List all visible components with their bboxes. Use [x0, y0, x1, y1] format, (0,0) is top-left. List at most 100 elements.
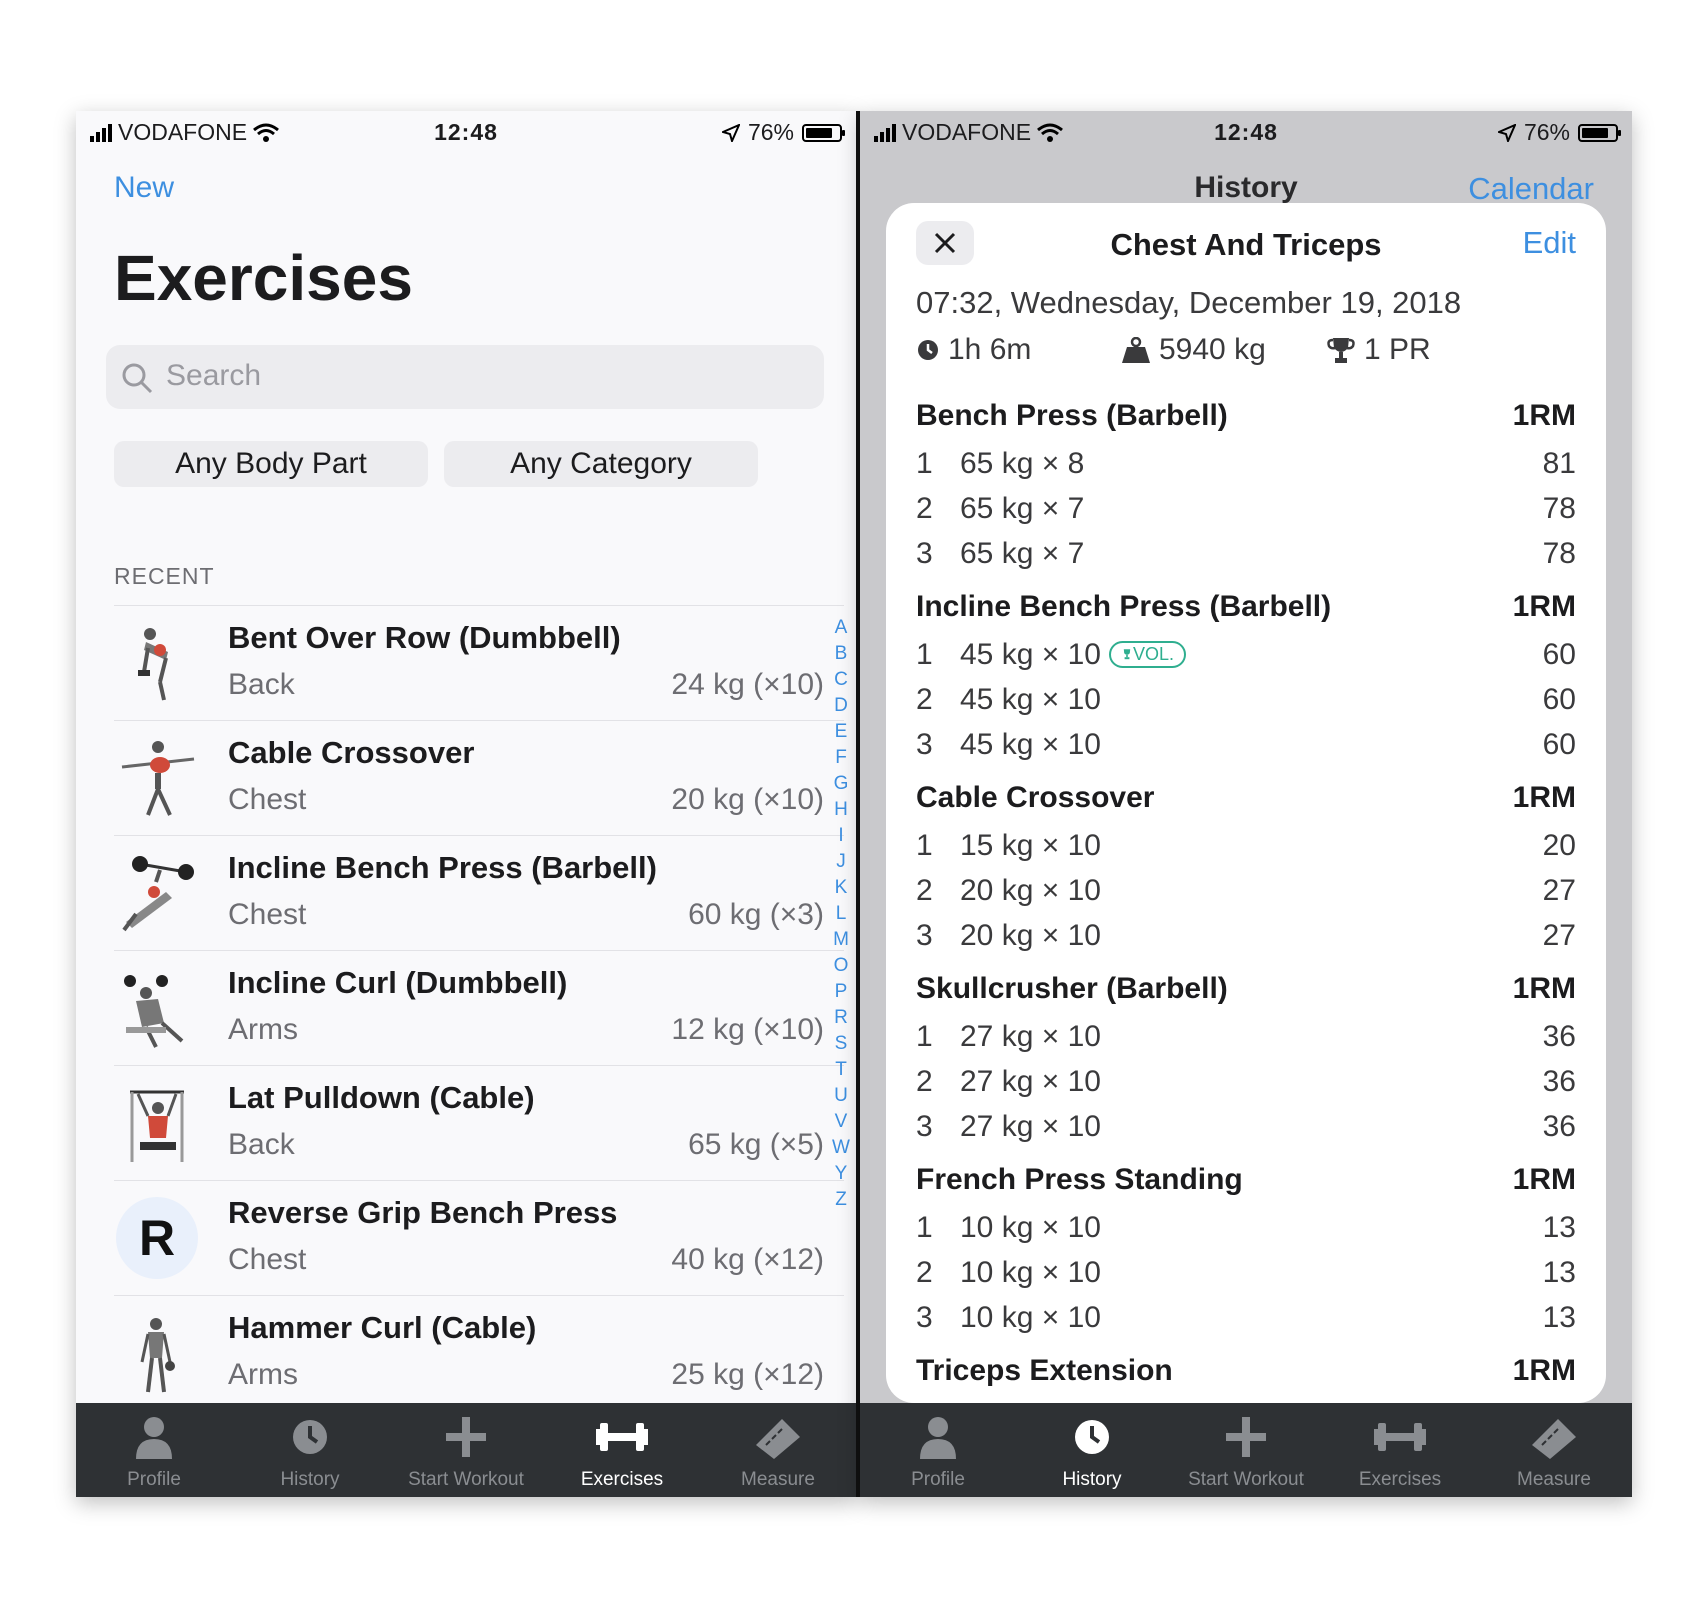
set-row: 2 45 kg × 10 60 [916, 677, 1576, 722]
exercise-header: Cable Crossover 1RM [916, 775, 1576, 823]
list-item[interactable]: Incline Bench Press (Barbell) Chest 60 k… [114, 835, 844, 950]
exercise-body-part: Back [228, 1128, 295, 1161]
list-item[interactable]: Incline Curl (Dumbbell) Arms 12 kg (×10) [114, 950, 844, 1065]
set-row: 2 20 kg × 10 27 [916, 868, 1576, 913]
index-letter[interactable]: J [830, 849, 852, 875]
workout-stats: 1h 6m 5940 kg 1 PR [916, 333, 1576, 373]
set-number: 3 [916, 919, 933, 952]
set-number: 3 [916, 1301, 933, 1334]
edit-button[interactable]: Edit [1523, 225, 1576, 261]
set-number: 1 [916, 1020, 933, 1053]
set-weight-reps: 45 kg × 10 [960, 728, 1101, 761]
set-row: 3 45 kg × 10 60 [916, 722, 1576, 767]
search-input[interactable]: Search [106, 345, 824, 409]
exercise-name: Bent Over Row (Dumbbell) [228, 620, 621, 655]
list-item[interactable]: R Reverse Grip Bench Press Chest 40 kg (… [114, 1180, 844, 1295]
index-letter[interactable]: M [830, 927, 852, 953]
set-row: 2 27 kg × 10 36 [916, 1059, 1576, 1104]
exercise-best-set: 65 kg (×5) [688, 1128, 824, 1161]
index-letter[interactable]: L [830, 901, 852, 927]
index-letter[interactable]: E [830, 719, 852, 745]
dumbbell-icon [1374, 1423, 1426, 1451]
tab-label: Profile [127, 1469, 181, 1490]
exercise-best-set: 12 kg (×10) [671, 1013, 824, 1046]
exercise-header: Bench Press (Barbell) 1RM [916, 393, 1576, 441]
index-letter[interactable]: F [830, 745, 852, 771]
tab-measure[interactable]: Measure [1476, 1403, 1632, 1497]
index-letter[interactable]: D [830, 693, 852, 719]
alphabet-index[interactable]: A B C D E F G H I J K L M O P R S T U V … [830, 615, 852, 1213]
index-letter[interactable]: G [830, 771, 852, 797]
ruler-icon [756, 1419, 800, 1459]
set-number: 2 [916, 874, 933, 907]
tab-profile[interactable]: Profile [76, 1403, 232, 1497]
index-letter[interactable]: S [830, 1031, 852, 1057]
set-one-rep-max: 13 [1542, 1256, 1576, 1289]
index-letter[interactable]: R [830, 1005, 852, 1031]
index-letter[interactable]: T [830, 1057, 852, 1083]
list-item[interactable]: Bent Over Row (Dumbbell) Back 24 kg (×10… [114, 605, 844, 720]
body-part-filter[interactable]: Any Body Part [114, 441, 428, 487]
section-header-recent: RECENT [114, 563, 215, 589]
battery-percent: 76% [1523, 119, 1570, 145]
set-one-rep-max: 60 [1542, 638, 1576, 671]
list-item[interactable]: Lat Pulldown (Cable) Back 65 kg (×5) [114, 1065, 844, 1180]
index-letter[interactable]: A [830, 615, 852, 641]
tab-start-workout[interactable]: Start Workout [1168, 1403, 1324, 1497]
exercise-body-part: Chest [228, 898, 307, 931]
tab-measure[interactable]: Measure [700, 1403, 856, 1497]
index-letter[interactable]: U [830, 1083, 852, 1109]
battery-icon [802, 123, 845, 142]
tab-exercises[interactable]: Exercises [1322, 1403, 1478, 1497]
index-letter[interactable]: I [830, 823, 852, 849]
ruler-icon [1532, 1419, 1576, 1459]
tab-start-workout[interactable]: Start Workout [388, 1403, 544, 1497]
page-title: Exercises [114, 242, 413, 314]
index-letter[interactable]: P [830, 979, 852, 1005]
tab-history[interactable]: History [232, 1403, 388, 1497]
one-rep-max-header: 1RM [1512, 1163, 1576, 1196]
list-item[interactable]: Cable Crossover Chest 20 kg (×10) [114, 720, 844, 835]
exercise-list: Bent Over Row (Dumbbell) Back 24 kg (×10… [114, 605, 844, 1410]
list-item[interactable]: Hammer Curl (Cable) Arms 25 kg (×12) [114, 1295, 844, 1410]
index-letter[interactable]: H [830, 797, 852, 823]
exercise-best-set: 25 kg (×12) [671, 1358, 824, 1391]
index-letter[interactable]: C [830, 667, 852, 693]
tab-history[interactable]: History [1014, 1403, 1170, 1497]
index-letter[interactable]: B [830, 641, 852, 667]
set-one-rep-max: 60 [1542, 728, 1576, 761]
trophy-icon [1327, 338, 1355, 363]
index-letter[interactable]: W [830, 1135, 852, 1161]
set-one-rep-max: 78 [1542, 537, 1576, 570]
set-row: 1 27 kg × 10 36 [916, 1014, 1576, 1059]
set-weight-reps: 65 kg × 7 [960, 492, 1085, 525]
tab-profile[interactable]: Profile [860, 1403, 1016, 1497]
index-letter[interactable]: O [830, 953, 852, 979]
exercise-illustration-icon [116, 967, 198, 1049]
tab-label: Start Workout [1188, 1469, 1304, 1490]
set-row: 2 65 kg × 7 78 [916, 486, 1576, 531]
index-letter[interactable]: V [830, 1109, 852, 1135]
workout-pr-count: 1 PR [1364, 333, 1431, 366]
status-bar: VODAFONE 12:48 76% [76, 111, 856, 151]
set-row: 1 45 kg × 10 VOL. 60 [916, 632, 1576, 677]
set-row: 3 65 kg × 7 78 [916, 531, 1576, 576]
one-rep-max-header: 1RM [1512, 781, 1576, 814]
battery-percent: 76% [747, 119, 794, 145]
exercise-header: Triceps Extension 1RM [916, 1348, 1576, 1396]
tab-exercises[interactable]: Exercises [544, 1403, 700, 1497]
set-number: 2 [916, 492, 933, 525]
index-letter[interactable]: K [830, 875, 852, 901]
new-exercise-button[interactable]: New [114, 171, 174, 205]
set-weight-reps: 27 kg × 10 [960, 1020, 1101, 1053]
category-filter[interactable]: Any Category [444, 441, 758, 487]
calendar-button[interactable]: Calendar [1468, 171, 1594, 207]
index-letter[interactable]: Y [830, 1161, 852, 1187]
set-weight-reps: 65 kg × 7 [960, 537, 1085, 570]
index-letter[interactable]: Z [830, 1187, 852, 1213]
one-rep-max-header: 1RM [1512, 399, 1576, 432]
exercise-header: Skullcrusher (Barbell) 1RM [916, 966, 1576, 1014]
exercise-body-part: Back [228, 668, 295, 701]
workout-duration: 1h 6m [948, 333, 1032, 366]
set-weight-reps: 15 kg × 10 [960, 829, 1101, 862]
